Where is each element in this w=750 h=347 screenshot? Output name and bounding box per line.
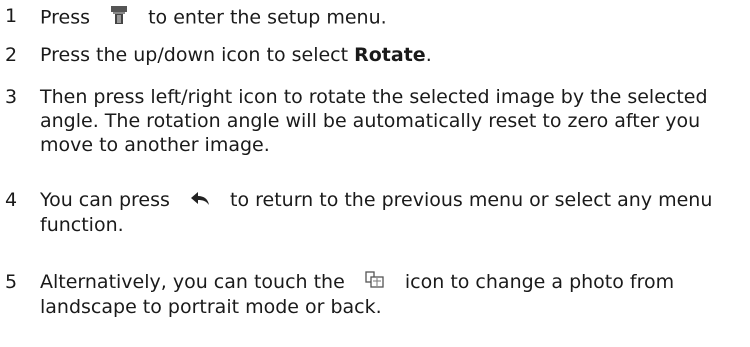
step-text-after: . [425,44,432,66]
step-text-before: Press the up/down icon to select [40,44,355,66]
step-text-line: Then press left/right icon to rotate the… [40,86,708,108]
step-number: 1 [5,5,18,27]
rotate-photo-icon [365,270,385,295]
step-text-after: icon to change a photo from [404,271,675,293]
step-number: 2 [5,44,18,66]
step-text-line: move to another image. [40,134,270,156]
setup-camera-icon [110,4,128,32]
step-text-before: Press [40,6,91,29]
step-text-after: to enter the setup menu. [148,6,387,29]
step-text-before: Alternatively, you can touch the [40,271,345,293]
step-text-after: to return to the previous menu or select… [230,189,713,211]
return-arrow-icon [190,189,210,213]
step-number: 4 [5,189,18,211]
step-text-line: function. [40,213,124,236]
step-text: Alternatively, you can touch the icon to… [40,270,750,319]
step-text: You can press to return to the previous … [40,188,750,237]
step-number: 3 [5,86,18,108]
rotate-label: Rotate [354,44,426,66]
step-number: 5 [5,271,18,293]
step-text: Then press left/right icon to rotate the… [40,85,750,157]
step-text-line: angle. The rotation angle will be automa… [40,110,701,132]
step-text-line: landscape to portrait mode or back. [40,295,382,318]
step-text: Press to enter the setup menu. [40,4,750,32]
step-text: Press the up/down icon to select Rotate. [40,43,750,67]
step-text-before: You can press [40,189,170,211]
